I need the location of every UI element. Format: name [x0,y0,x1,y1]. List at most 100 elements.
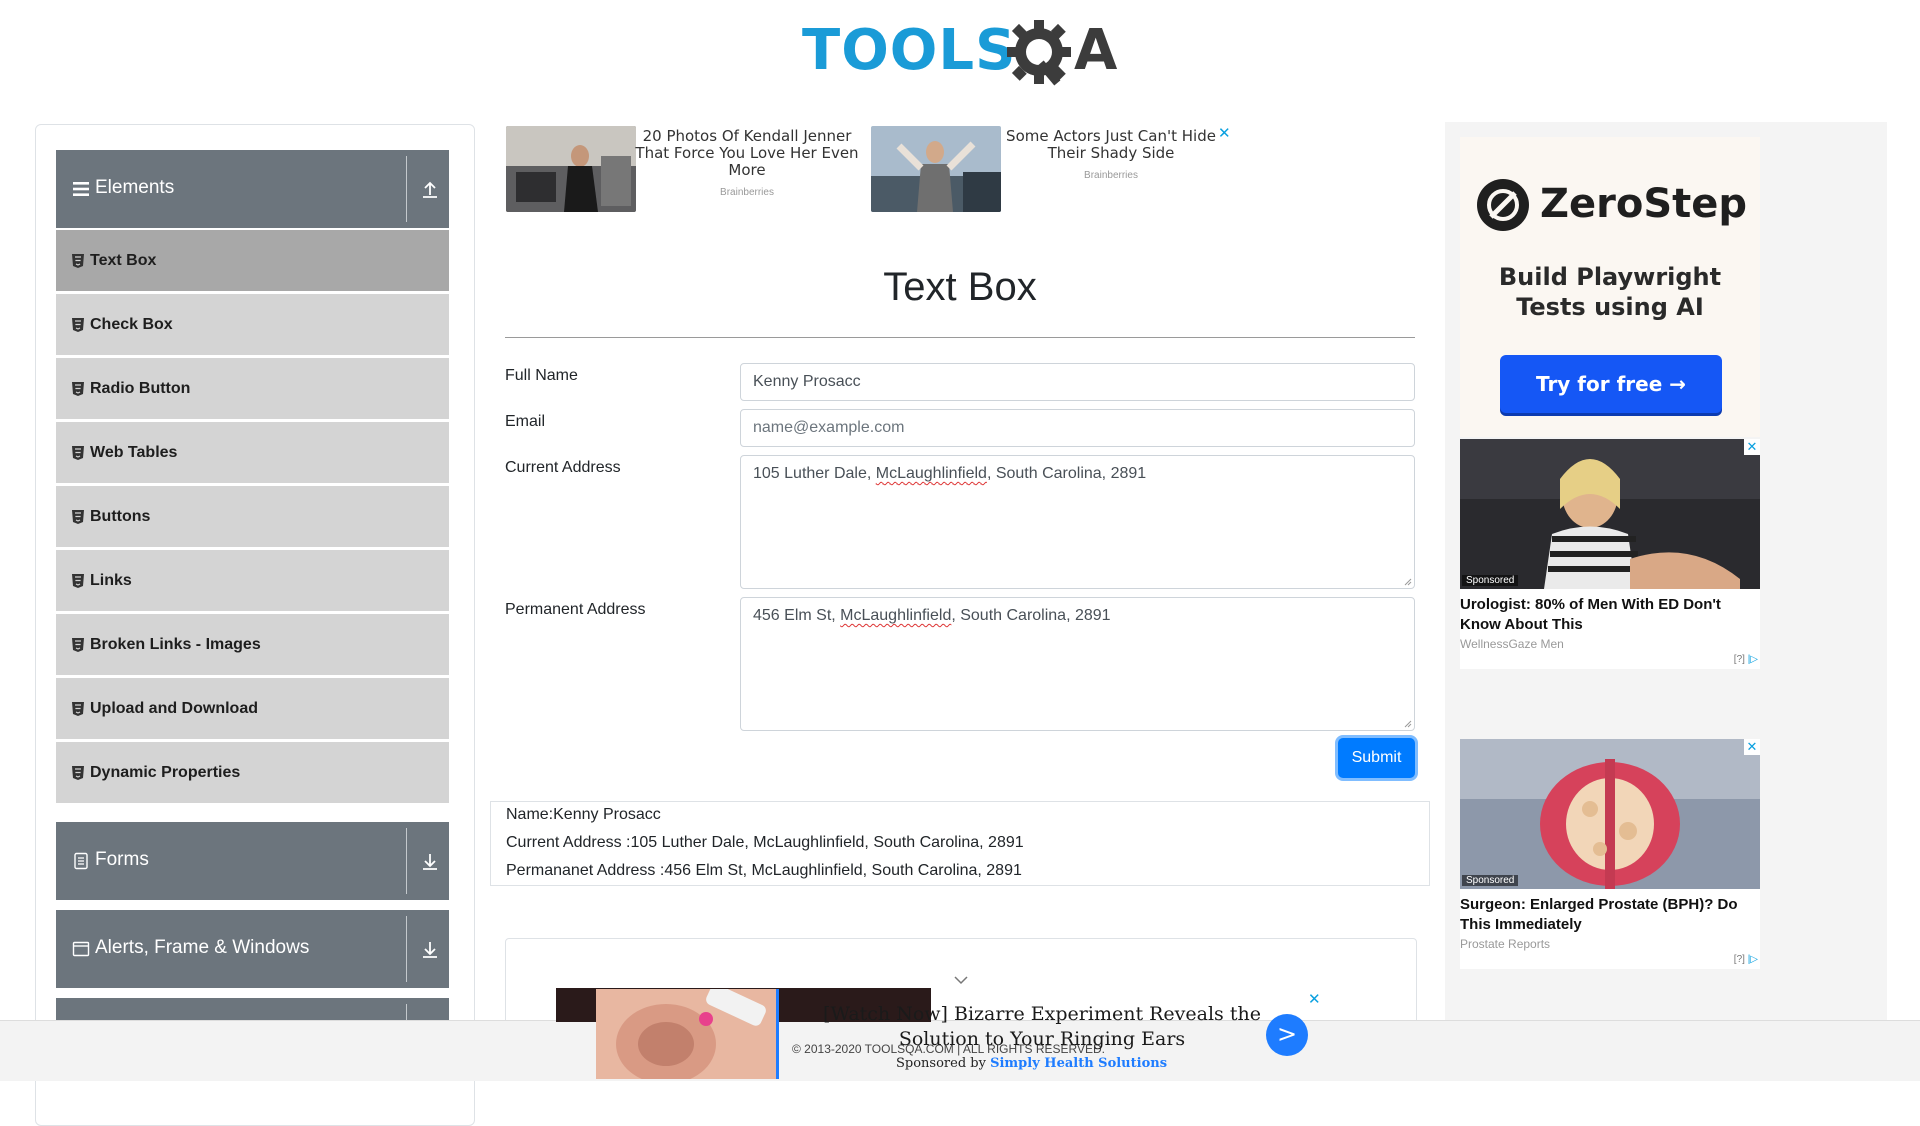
permanent-address-value-end: , South Carolina, 2891 [951,607,1111,624]
left-panel: Elements Text Box Check Box Radio Button… [35,124,475,1126]
group-header-alerts[interactable]: Alerts, Frame & Windows [56,910,449,988]
expand-arrow-icon[interactable] [421,851,439,871]
group-header-forms[interactable]: Forms [56,822,449,900]
close-icon[interactable]: ✕ [1308,990,1321,1008]
adchoices-icon[interactable]: [?] |▷ [1734,954,1758,965]
full-name-value: Kenny Prosacc [753,373,861,390]
email-placeholder: name@example.com [753,419,905,436]
ad-headline[interactable]: Surgeon: Enlarged Prostate (BPH)? Do Thi… [1460,895,1760,935]
sidebar-item-label: Radio Button [90,380,191,397]
current-address-label: Current Address [505,459,621,476]
full-name-input[interactable]: Kenny Prosacc [740,363,1415,401]
submit-button[interactable]: Submit [1338,738,1415,778]
close-icon[interactable]: ✕ [1744,739,1760,755]
ad-info: [?] [1733,654,1745,665]
ad-source: WellnessGaze Men [1460,637,1564,651]
sponsored-ad-card[interactable]: Sponsored ✕ Surgeon: Enlarged Prostate (… [1460,739,1760,969]
collapse-arrow-icon[interactable] [421,179,439,199]
hamburger-icon [73,182,89,196]
ad-headline[interactable]: Urologist: 80% of Men With ED Don't Know… [1460,595,1760,635]
sidebar-item-web-tables[interactable]: Web Tables [56,422,449,483]
ad-title[interactable]: 20 Photos Of Kendall Jenner That Force Y… [627,128,867,179]
ad-image-kendall[interactable] [506,126,636,212]
bottom-sticky-ad[interactable]: [Watch Now] Bizarre Experiment Reveals t… [556,988,1326,1080]
sidebar-item-label: Upload and Download [90,700,258,717]
ad-image-actor[interactable] [871,126,1001,212]
form-icon [74,852,88,870]
group-label: Alerts, Frame & Windows [95,937,310,958]
output-name: Name:Kenny Prosacc [506,806,661,823]
group-header-elements[interactable]: Elements [56,150,449,228]
sidebar-item-label: Dynamic Properties [90,764,241,781]
logo-text-qa-a: A [1074,18,1119,83]
sidebar-item-dynamic-properties[interactable]: Dynamic Properties [56,742,449,803]
current-address-value-city: McLaughlinfield [875,465,987,482]
divider [406,156,407,222]
close-icon[interactable]: ✕ [1218,124,1231,142]
sidebar-item-label: Broken Links - Images [90,636,261,653]
sidebar-item-text-box[interactable]: Text Box [56,230,449,291]
close-icon[interactable]: ✕ [1744,439,1760,455]
current-address-value-start: 105 Luther Dale, [753,465,876,482]
bottom-ad-line2: Solution to Your Ringing Ears [898,1028,1186,1050]
page-title: Text Box [883,265,1037,309]
email-input[interactable]: name@example.com [740,409,1415,447]
html5-icon [72,574,84,588]
html5-icon [72,318,84,332]
toolsqa-logo[interactable]: TOOLS A QA [800,14,1130,92]
zerostep-headline-line2: Tests using AI [1516,293,1704,321]
sidebar-item-radio-button[interactable]: Radio Button [56,358,449,419]
output-current-address: Current Address :105 Luther Dale, McLaug… [506,834,1024,851]
html5-icon [72,382,84,396]
sponsored-ad-card[interactable]: Sponsored ✕ Urologist: 80% of Men With E… [1460,439,1760,669]
zerostep-logo-icon [1477,179,1529,231]
sidebar-item-label: Links [90,572,132,589]
expand-arrow-icon[interactable] [421,939,439,959]
output-permanent-address: Permananet Address :456 Elm St, McLaughl… [506,862,1022,879]
sidebar-item-check-box[interactable]: Check Box [56,294,449,355]
sidebar-item-label: Text Box [90,252,157,269]
sidebar-item-label: Buttons [90,508,151,525]
current-address-textarea[interactable]: 105 Luther Dale, McLaughlinfield, South … [740,455,1415,589]
ad-source: Brainberries [720,187,774,198]
html5-icon [72,446,84,460]
permanent-address-value-start: 456 Elm St, [753,607,841,624]
ad-image-ear[interactable] [596,989,779,1079]
divider [406,916,407,982]
html5-icon [72,510,84,524]
sidebar-item-buttons[interactable]: Buttons [56,486,449,547]
html5-icon [72,766,84,780]
bottom-ad-headline[interactable]: [Watch Now] Bizarre Experiment Reveals t… [792,1002,1292,1052]
resize-handle-icon[interactable] [1404,720,1412,728]
sidebar-item-label: Web Tables [90,444,178,461]
gear-icon [1007,20,1071,86]
chevron-down-icon[interactable] [953,975,969,985]
sponsored-label: Sponsored [1462,875,1519,886]
zerostep-ad[interactable]: ZeroStep Build Playwright Tests using AI… [1460,137,1760,437]
permanent-address-textarea[interactable]: 456 Elm St, McLaughlinfield, South Carol… [740,597,1415,731]
full-name-label: Full Name [505,367,578,384]
sponsored-label: Sponsored [1462,575,1519,586]
ad-source: Prostate Reports [1460,937,1551,951]
ad-source: Brainberries [1084,170,1138,181]
sidebar-item-upload-download[interactable]: Upload and Download [56,678,449,739]
window-icon [72,941,90,957]
permanent-address-value-city: McLaughlinfield [840,607,952,624]
output-box: Name:Kenny Prosacc Current Address :105 … [490,801,1430,886]
sidebar-item-links[interactable]: Links [56,550,449,611]
ad-image-prostate[interactable] [1460,739,1760,889]
ad-image-woman[interactable] [1460,439,1760,589]
ad-title[interactable]: Some Actors Just Can't Hide Their Shady … [991,128,1231,162]
zerostep-brand: ZeroStep [1540,181,1748,227]
sponsor-link[interactable]: Simply Health Solutions [990,1056,1167,1071]
zerostep-headline: Build Playwright Tests using AI [1460,262,1760,322]
sidebar-item-broken-links[interactable]: Broken Links - Images [56,614,449,675]
try-for-free-button[interactable]: Try for free → [1500,355,1722,413]
ad-info: [?] [1733,954,1745,965]
adchoices-icon[interactable]: [?] |▷ [1734,654,1758,665]
bottom-ad-sponsor: Sponsored by Simply Health Solutions [896,1056,1167,1071]
resize-handle-icon[interactable] [1404,578,1412,586]
next-arrow-button[interactable]: > [1266,1014,1308,1056]
sponsored-by-label: Sponsored by [896,1056,991,1071]
group-label: Elements [95,177,175,198]
